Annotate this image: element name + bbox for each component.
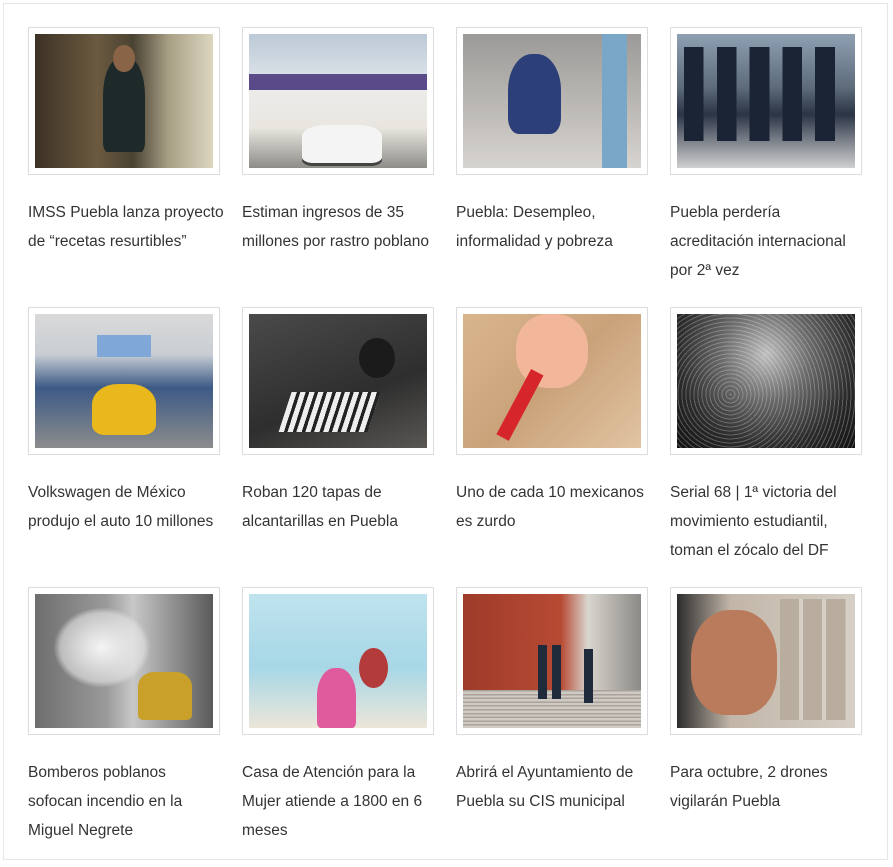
- article-thumbnail[interactable]: [242, 587, 434, 735]
- article-title-link[interactable]: Puebla: Desempleo, informalidad y pobrez…: [456, 198, 652, 256]
- article-thumbnail[interactable]: [242, 307, 434, 455]
- vw-beetle-photo: [35, 314, 213, 448]
- article-title-link[interactable]: Puebla perdería acreditación internacion…: [670, 198, 866, 285]
- article-thumbnail[interactable]: [28, 307, 220, 455]
- article-thumbnail[interactable]: [456, 587, 648, 735]
- article-grid: IMSS Puebla lanza proyecto de “recetas r…: [28, 27, 862, 867]
- article-title-link[interactable]: Uno de cada 10 mexicanos es zurdo: [456, 478, 652, 536]
- article-title-link[interactable]: IMSS Puebla lanza proyecto de “recetas r…: [28, 198, 224, 256]
- child-drawing-photo: [463, 314, 641, 448]
- article-thumbnail[interactable]: [28, 587, 220, 735]
- article-title-link[interactable]: Serial 68 | 1ª victoria del movimiento e…: [670, 478, 866, 565]
- article-card[interactable]: Estiman ingresos de 35 millones por rast…: [242, 27, 434, 307]
- crowd-zocalo-photo: [677, 314, 855, 448]
- municipal-building-photo: [463, 594, 641, 728]
- article-card[interactable]: Uno de cada 10 mexicanos es zurdo: [456, 307, 648, 587]
- article-card[interactable]: Bomberos poblanos sofocan incendio en la…: [28, 587, 220, 867]
- article-thumbnail[interactable]: [28, 27, 220, 175]
- street-worker-photo: [463, 34, 641, 168]
- firefighters-photo: [35, 594, 213, 728]
- article-card[interactable]: Puebla: Desempleo, informalidad y pobrez…: [456, 27, 648, 307]
- article-thumbnail[interactable]: [670, 587, 862, 735]
- article-card[interactable]: Casa de Atención para la Mujer atiende a…: [242, 587, 434, 867]
- related-articles-panel: IMSS Puebla lanza proyecto de “recetas r…: [3, 3, 888, 860]
- article-thumbnail[interactable]: [670, 27, 862, 175]
- article-title-link[interactable]: Casa de Atención para la Mujer atiende a…: [242, 758, 438, 845]
- office-photo: [249, 594, 427, 728]
- article-title-link[interactable]: Volkswagen de México produjo el auto 10 …: [28, 478, 224, 536]
- pharmacy-photo: [35, 34, 213, 168]
- article-title-link[interactable]: Abrirá el Ayuntamiento de Puebla su CIS …: [456, 758, 652, 816]
- article-thumbnail[interactable]: [242, 27, 434, 175]
- slaughterhouse-building-photo: [249, 34, 427, 168]
- article-card[interactable]: Serial 68 | 1ª victoria del movimiento e…: [670, 307, 862, 587]
- article-card[interactable]: Volkswagen de México produjo el auto 10 …: [28, 307, 220, 587]
- article-title-link[interactable]: Roban 120 tapas de alcantarillas en Pueb…: [242, 478, 438, 536]
- article-card[interactable]: Para octubre, 2 drones vigilarán Puebla: [670, 587, 862, 867]
- article-title-link[interactable]: Para octubre, 2 drones vigilarán Puebla: [670, 758, 866, 816]
- police-march-photo: [677, 34, 855, 168]
- article-title-link[interactable]: Bomberos poblanos sofocan incendio en la…: [28, 758, 224, 845]
- article-thumbnail[interactable]: [456, 27, 648, 175]
- open-manhole-photo: [249, 314, 427, 448]
- article-card[interactable]: Puebla perdería acreditación internacion…: [670, 27, 862, 307]
- article-card[interactable]: IMSS Puebla lanza proyecto de “recetas r…: [28, 27, 224, 307]
- article-thumbnail[interactable]: [670, 307, 862, 455]
- article-card[interactable]: Abrirá el Ayuntamiento de Puebla su CIS …: [456, 587, 648, 867]
- article-card[interactable]: Roban 120 tapas de alcantarillas en Pueb…: [242, 307, 434, 587]
- official-portrait-photo: [677, 594, 855, 728]
- article-thumbnail[interactable]: [456, 307, 648, 455]
- article-title-link[interactable]: Estiman ingresos de 35 millones por rast…: [242, 198, 438, 256]
